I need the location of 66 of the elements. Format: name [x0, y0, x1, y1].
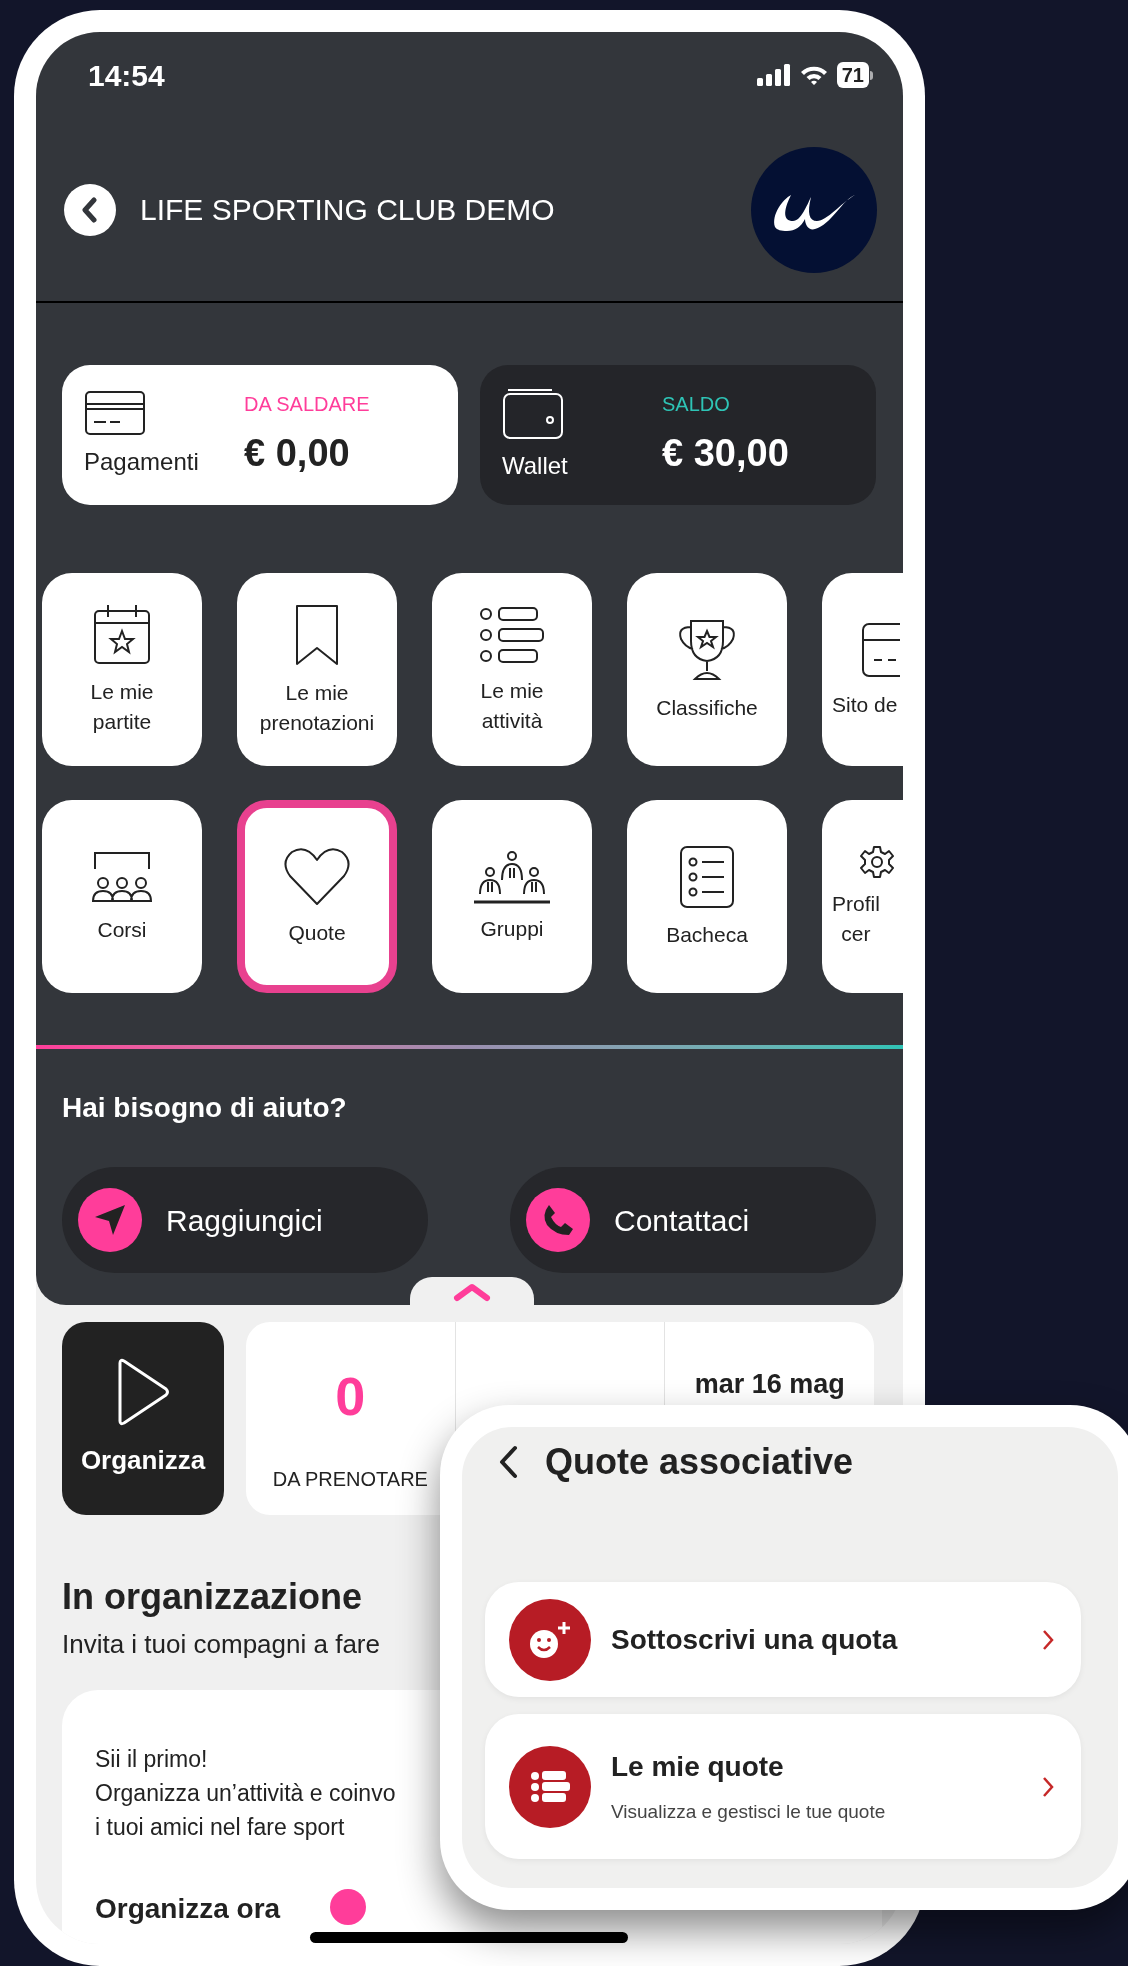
tile-label: Gruppi	[480, 915, 544, 942]
tile-label: Sito de	[832, 691, 898, 718]
date-label: mar 16 mag	[694, 1368, 845, 1401]
help-heading: Hai bisogno di aiuto?	[61, 1091, 348, 1125]
card-amount: € 30,00	[662, 430, 789, 476]
section-subtitle: Invita i tuoi compagni a fare	[62, 1628, 380, 1661]
tile-label: Bacheca	[666, 921, 748, 948]
organize-button[interactable]: Organizza	[62, 1322, 224, 1515]
chevron-up-icon	[453, 1282, 491, 1302]
menu-item[interactable]: Le mie quote Visualizza e gestisci le tue quote	[485, 1714, 1081, 1859]
signal-icon	[756, 64, 791, 86]
organize-now-link[interactable]: Organizza ora	[95, 1888, 281, 1930]
payments-card[interactable]: Pagamenti DA SALDARE € 0,00	[62, 365, 458, 505]
tile-label: Quote	[288, 919, 346, 946]
item-subtitle: Visualizza e gestisci le tue quote	[611, 1800, 887, 1825]
help-button[interactable]: Contattaci	[510, 1167, 876, 1273]
back-icon[interactable]	[497, 1445, 519, 1479]
card-caption: SALDO	[662, 391, 730, 417]
count-caption: DA PRENOTARE	[272, 1467, 428, 1492]
menu-tile[interactable]: Profil cer	[822, 800, 903, 993]
card-icon	[84, 390, 146, 436]
back-button[interactable]	[64, 183, 116, 236]
count-value: 0	[335, 1366, 366, 1426]
card-amount: € 0,00	[244, 430, 350, 476]
list-icon	[530, 1769, 570, 1804]
item-title: Sottoscrivi una quota	[611, 1622, 899, 1657]
help-button[interactable]: Raggiungici	[62, 1167, 428, 1273]
menu-tile[interactable]: Corsi	[42, 800, 202, 993]
card-label: Pagamenti	[84, 447, 199, 477]
menu-item[interactable]: Sottoscrivi una quota	[485, 1582, 1081, 1697]
wallet-card[interactable]: Wallet SALDO € 30,00	[480, 365, 876, 505]
menu-tile[interactable]: Bacheca	[627, 800, 787, 993]
battery-level: 71	[836, 62, 869, 88]
arrow-button[interactable]	[330, 1889, 367, 1925]
card-caption: DA SALDARE	[244, 391, 370, 417]
card-label: Wallet	[502, 451, 568, 481]
menu-tile[interactable]: Le mie attività	[432, 573, 592, 766]
collapse-tab[interactable]	[410, 1277, 534, 1307]
menu-tile[interactable]: Sito de	[822, 573, 903, 766]
menu-tile[interactable]: Le mie prenotazioni	[237, 573, 397, 766]
tile-label: Le mie attività	[480, 677, 544, 734]
item-title: Le mie quote	[611, 1750, 785, 1785]
gear-icon	[860, 844, 894, 879]
card-heading: Sii il primo!	[95, 1745, 208, 1774]
wallet-icon	[502, 386, 564, 440]
smiley-plus-icon	[528, 1619, 572, 1660]
tile-label: Le mie prenotazioni	[259, 679, 375, 736]
chevron-left-icon	[80, 196, 100, 223]
tile-label: Corsi	[97, 916, 147, 943]
navigation-icon	[93, 1203, 127, 1237]
tile-label: Profil cer	[832, 890, 880, 947]
section-heading: In organizzazione	[61, 1575, 364, 1619]
group-icon	[472, 849, 552, 904]
tile-label: Classifiche	[656, 694, 758, 721]
menu-tile[interactable]: Classifiche	[627, 573, 787, 766]
heart-icon	[282, 845, 352, 908]
menu-tile[interactable]: Le mie partite	[42, 573, 202, 766]
club-title: LIFE SPORTING CLUB DEMO	[140, 192, 555, 228]
status-time: 14:54	[88, 57, 165, 94]
popup-title: Quote associative	[545, 1440, 854, 1484]
checklist-icon	[678, 843, 736, 910]
tile-label: Le mie partite	[90, 678, 154, 735]
card-text: Organizza un’attività e coinvo i tuoi amici nel fare sport	[95, 1779, 396, 1842]
menu-tile[interactable]: Gruppi	[432, 800, 592, 993]
menu-tile[interactable]: Quote	[237, 800, 397, 993]
calendar-icon	[92, 602, 152, 667]
